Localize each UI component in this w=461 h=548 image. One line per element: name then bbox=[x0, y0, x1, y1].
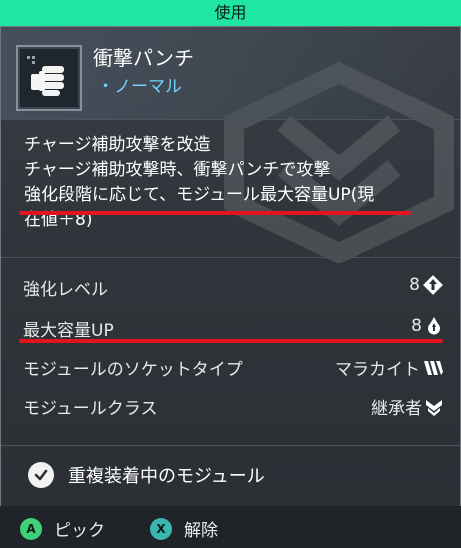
description-line: 強化段階に応じて、モジュール最大容量UP(現 bbox=[24, 185, 375, 205]
malachite-socket-icon bbox=[424, 360, 443, 375]
stat-label: モジュールのソケットタイプ bbox=[23, 360, 243, 380]
module-header: 衝撃パンチ ・ノーマル bbox=[1, 27, 460, 119]
stat-row-upgrade-level: 強化レベル 8 bbox=[23, 275, 443, 301]
pick-button[interactable]: A ピック bbox=[20, 516, 105, 541]
stat-value-group: 8 bbox=[411, 316, 443, 336]
x-button-icon: X bbox=[150, 517, 172, 540]
stat-value-group: マラカイト bbox=[335, 355, 443, 380]
description-line: チャージ補助攻撃を改造 bbox=[24, 135, 211, 155]
corner-dots-icon bbox=[27, 56, 35, 64]
module-rarity: ・ノーマル bbox=[97, 77, 182, 97]
stat-value: 8 bbox=[411, 316, 422, 336]
module-name: 衝撃パンチ bbox=[93, 46, 194, 70]
window-title-bar: 使用 bbox=[0, 0, 461, 26]
highlight-underline bbox=[19, 211, 411, 215]
stat-value: 8 bbox=[409, 275, 420, 295]
stat-value: マラカイト bbox=[335, 360, 420, 380]
stat-value-group: 継承者 bbox=[371, 394, 443, 419]
description-divider bbox=[1, 257, 460, 258]
stat-label: 強化レベル bbox=[23, 280, 108, 300]
duplicate-module-toggle[interactable]: 重複装着中のモジュール bbox=[28, 462, 265, 488]
inheritor-class-icon bbox=[426, 399, 442, 416]
pick-label: ピック bbox=[54, 521, 105, 541]
button-prompt-bar: A ピック X 解除 bbox=[0, 506, 461, 548]
release-label: 解除 bbox=[184, 521, 218, 541]
header-divider bbox=[1, 119, 460, 120]
stat-value: 継承者 bbox=[371, 399, 422, 419]
description-line: チャージ補助攻撃時、衝撃パンチで攻撃 bbox=[24, 160, 331, 180]
capacity-icon bbox=[428, 317, 440, 335]
module-description: チャージ補助攻撃を改造 チャージ補助攻撃時、衝撃パンチで攻撃 強化段階に応じて、… bbox=[24, 133, 444, 233]
stat-row-socket-type: モジュールのソケットタイプ マラカイト bbox=[23, 355, 443, 381]
module-icon-frame bbox=[16, 45, 82, 111]
upgrade-level-icon bbox=[423, 275, 443, 295]
a-button-icon: A bbox=[20, 517, 42, 540]
stat-value-group: 8 bbox=[409, 275, 443, 295]
release-button[interactable]: X 解除 bbox=[150, 516, 218, 541]
window-title: 使用 bbox=[214, 3, 247, 22]
stat-label: モジュールクラス bbox=[23, 399, 158, 419]
stat-row-module-class: モジュールクラス 継承者 bbox=[23, 394, 443, 420]
duplicate-module-label: 重複装着中のモジュール bbox=[68, 466, 265, 487]
checkmark-icon bbox=[28, 462, 54, 488]
highlight-underline bbox=[19, 339, 443, 343]
stat-label: 最大容量UP bbox=[23, 321, 114, 341]
stats-divider bbox=[1, 445, 460, 446]
